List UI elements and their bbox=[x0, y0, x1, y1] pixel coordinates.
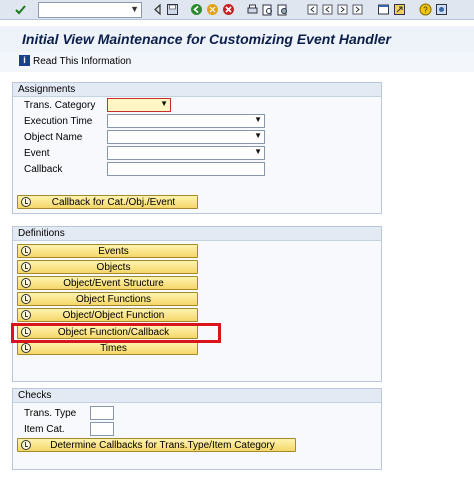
button-label: Times bbox=[100, 343, 127, 354]
checks-group: Checks Trans. Type Item Cat. Determine C… bbox=[12, 388, 382, 470]
svg-text:?: ? bbox=[423, 6, 428, 15]
next-page-icon[interactable] bbox=[336, 3, 349, 16]
button-label: Object Functions bbox=[75, 294, 152, 305]
button-label: Determine Callbacks for Trans.Type/Item … bbox=[50, 440, 275, 451]
event-field[interactable]: ▼ bbox=[107, 146, 265, 160]
title-bar: Initial View Maintenance for Customizing… bbox=[0, 26, 474, 52]
execute-clock-icon bbox=[21, 343, 31, 353]
chevron-down-icon[interactable]: ▼ bbox=[254, 147, 262, 156]
read-info-button[interactable]: i Read This Information bbox=[0, 52, 140, 72]
execute-clock-icon bbox=[21, 262, 31, 272]
command-field[interactable]: ▼ bbox=[38, 2, 142, 18]
shortcut-icon[interactable] bbox=[393, 3, 406, 16]
prev-page-icon[interactable] bbox=[321, 3, 334, 16]
object-object-function-button[interactable]: Object/Object Function bbox=[17, 308, 198, 322]
check-icon[interactable] bbox=[14, 3, 27, 16]
info-icon: i bbox=[19, 55, 30, 66]
back-arrow-icon[interactable] bbox=[151, 3, 164, 16]
execute-clock-icon bbox=[21, 440, 31, 450]
callback-label: Callback bbox=[24, 164, 63, 175]
find-icon[interactable] bbox=[261, 3, 274, 16]
help-icon[interactable]: ? bbox=[419, 3, 432, 16]
highlight-box bbox=[11, 323, 221, 343]
execution-time-label: Execution Time bbox=[24, 116, 93, 127]
button-label: Objects bbox=[96, 262, 131, 273]
layout-icon[interactable] bbox=[435, 3, 448, 16]
button-label: Events bbox=[98, 246, 129, 257]
callback-for-cat-obj-event-button[interactable]: Callback for Cat./Obj./Event bbox=[17, 195, 198, 209]
trans-category-label: Trans. Category bbox=[24, 100, 96, 111]
application-toolbar: i Read This Information bbox=[0, 52, 474, 72]
object-name-field[interactable]: ▼ bbox=[107, 130, 265, 144]
cancel-icon[interactable] bbox=[222, 3, 235, 16]
item-cat-label: Item Cat. bbox=[24, 424, 65, 435]
page-title: Initial View Maintenance for Customizing… bbox=[22, 31, 391, 47]
execute-clock-icon bbox=[21, 197, 31, 207]
exit-icon[interactable] bbox=[206, 3, 219, 16]
object-functions-button[interactable]: Object Functions bbox=[17, 292, 198, 306]
save-icon[interactable] bbox=[166, 3, 179, 16]
definitions-header: Definitions bbox=[13, 227, 381, 241]
back-icon[interactable] bbox=[190, 3, 203, 16]
execution-time-field[interactable]: ▼ bbox=[107, 114, 265, 128]
trans-type-field[interactable] bbox=[90, 406, 114, 420]
determine-callbacks-button[interactable]: Determine Callbacks for Trans.Type/Item … bbox=[17, 438, 296, 452]
button-label: Callback for Cat./Obj./Event bbox=[51, 197, 176, 208]
execute-clock-icon bbox=[21, 278, 31, 288]
trans-type-label: Trans. Type bbox=[24, 408, 77, 419]
chevron-down-icon[interactable]: ▼ bbox=[254, 131, 262, 140]
read-info-label: Read This Information bbox=[33, 56, 132, 67]
assignments-header: Assignments bbox=[13, 83, 381, 97]
first-page-icon[interactable] bbox=[306, 3, 319, 16]
checks-title: Checks bbox=[18, 390, 52, 401]
event-label: Event bbox=[24, 148, 50, 159]
chevron-down-icon[interactable]: ▼ bbox=[254, 115, 262, 124]
assignments-group: Assignments Trans. Category ▼ Execution … bbox=[12, 82, 382, 214]
object-event-structure-button[interactable]: Object/Event Structure bbox=[17, 276, 198, 290]
print-icon[interactable] bbox=[246, 3, 259, 16]
command-dropdown-icon[interactable]: ▼ bbox=[130, 4, 139, 14]
button-label: Object/Event Structure bbox=[63, 278, 164, 289]
assignments-title: Assignments bbox=[18, 84, 76, 95]
item-cat-field[interactable] bbox=[90, 422, 114, 436]
execute-clock-icon bbox=[21, 294, 31, 304]
trans-category-field[interactable]: ▼ bbox=[107, 98, 171, 112]
definitions-group: Definitions Events Objects Object/Event … bbox=[12, 226, 382, 382]
definitions-title: Definitions bbox=[18, 228, 65, 239]
checks-header: Checks bbox=[13, 389, 381, 403]
new-session-icon[interactable] bbox=[377, 3, 390, 16]
events-button[interactable]: Events bbox=[17, 244, 198, 258]
objects-button[interactable]: Objects bbox=[17, 260, 198, 274]
execute-clock-icon bbox=[21, 246, 31, 256]
find-next-icon[interactable] bbox=[276, 3, 289, 16]
button-label: Object/Object Function bbox=[62, 310, 165, 321]
last-page-icon[interactable] bbox=[351, 3, 364, 16]
execute-clock-icon bbox=[21, 310, 31, 320]
chevron-down-icon[interactable]: ▼ bbox=[160, 99, 168, 108]
system-toolbar: ▼ ? bbox=[0, 0, 474, 20]
callback-field[interactable] bbox=[107, 162, 265, 176]
object-name-label: Object Name bbox=[24, 132, 83, 143]
times-button[interactable]: Times bbox=[17, 341, 198, 355]
